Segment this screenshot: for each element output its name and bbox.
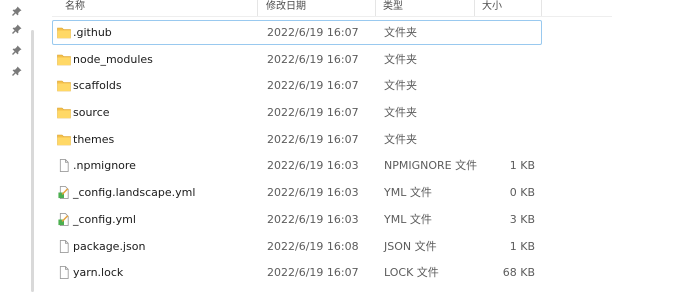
- folder-icon: [57, 54, 71, 65]
- file-list: .github 2022/6/19 16:07 文件夹 node_modules…: [52, 20, 542, 287]
- file-type: 文件夹: [384, 106, 417, 120]
- header-name[interactable]: 名称: [65, 0, 85, 16]
- file-name: _config.yml: [73, 212, 136, 226]
- folder-icon: [57, 27, 71, 39]
- pin-icon[interactable]: [12, 24, 22, 34]
- file-type: YML 文件: [384, 212, 432, 226]
- file-size: 3 KB: [509, 212, 535, 226]
- file-icon: [59, 159, 69, 173]
- pin-icon[interactable]: [12, 66, 22, 76]
- list-item-file-yarn-lock[interactable]: yarn.lock 2022/6/19 16:07 LOCK 文件 68 KB: [52, 260, 542, 285]
- list-item-folder-themes[interactable]: themes 2022/6/19 16:07 文件夹: [52, 127, 542, 152]
- file-size: 68 KB: [502, 266, 535, 280]
- column-header: 名称 修改日期 类型 大小: [52, 0, 612, 17]
- quick-access-strip: [0, 0, 28, 295]
- list-item-file-npmignore[interactable]: .npmignore 2022/6/19 16:03 NPMIGNORE 文件 …: [52, 153, 542, 178]
- file-size: 1 KB: [509, 239, 535, 253]
- column-divider[interactable]: [375, 0, 376, 16]
- file-name: package.json: [73, 239, 146, 253]
- file-name: _config.landscape.yml: [73, 186, 196, 200]
- file-explorer-window: 名称 修改日期 类型 大小 .github 2022/6/19 16:07 文件…: [0, 0, 680, 295]
- list-item-file-config[interactable]: _config.yml 2022/6/19 16:03 YML 文件 3 KB: [52, 207, 542, 232]
- list-item-folder-source[interactable]: source 2022/6/19 16:07 文件夹: [52, 100, 542, 125]
- file-type: 文件夹: [384, 132, 417, 146]
- file-modified: 2022/6/19 16:07: [267, 132, 359, 146]
- file-size: 0 KB: [509, 186, 535, 200]
- nav-scrollbar[interactable]: [31, 30, 34, 292]
- file-modified: 2022/6/19 16:07: [267, 26, 359, 39]
- column-divider[interactable]: [257, 0, 258, 16]
- file-modified: 2022/6/19 16:03: [267, 212, 359, 226]
- list-item-folder-scaffolds[interactable]: scaffolds 2022/6/19 16:07 文件夹: [52, 73, 542, 98]
- yml-file-icon: [58, 212, 69, 226]
- file-type: 文件夹: [384, 79, 417, 93]
- file-icon: [59, 266, 69, 280]
- column-divider[interactable]: [541, 0, 542, 16]
- file-name: source: [73, 106, 110, 120]
- file-modified: 2022/6/19 16:08: [267, 239, 359, 253]
- file-type: 文件夹: [384, 26, 417, 39]
- pin-icon[interactable]: [12, 6, 22, 16]
- column-divider[interactable]: [474, 0, 475, 16]
- file-name: node_modules: [73, 52, 153, 66]
- file-type: LOCK 文件: [384, 266, 439, 280]
- folder-icon: [57, 81, 71, 92]
- file-name: scaffolds: [73, 79, 122, 93]
- file-name: .github: [73, 26, 112, 39]
- folder-icon: [57, 107, 71, 119]
- header-type[interactable]: 类型: [383, 0, 403, 16]
- header-modified[interactable]: 修改日期: [266, 0, 306, 16]
- file-modified: 2022/6/19 16:07: [267, 79, 359, 93]
- file-name: themes: [73, 132, 115, 146]
- file-modified: 2022/6/19 16:07: [267, 266, 359, 280]
- file-name: yarn.lock: [73, 266, 124, 280]
- file-type: 文件夹: [384, 52, 417, 66]
- pin-icon[interactable]: [12, 45, 22, 55]
- list-item-folder-node-modules[interactable]: node_modules 2022/6/19 16:07 文件夹: [52, 47, 542, 72]
- file-size: 1 KB: [509, 159, 535, 173]
- folder-icon: [57, 134, 71, 146]
- file-icon: [59, 239, 69, 253]
- list-item-file-config-landscape[interactable]: _config.landscape.yml 2022/6/19 16:03 YM…: [52, 180, 542, 205]
- list-item-folder-github[interactable]: .github 2022/6/19 16:07 文件夹: [52, 20, 542, 45]
- file-modified: 2022/6/19 16:07: [267, 52, 359, 66]
- file-modified: 2022/6/19 16:03: [267, 186, 359, 200]
- header-size[interactable]: 大小: [482, 0, 502, 16]
- file-modified: 2022/6/19 16:07: [267, 106, 359, 120]
- file-type: YML 文件: [384, 186, 432, 200]
- file-type: JSON 文件: [384, 239, 437, 253]
- yml-file-icon: [58, 186, 69, 200]
- list-item-file-package-json[interactable]: package.json 2022/6/19 16:08 JSON 文件 1 K…: [52, 234, 542, 259]
- file-modified: 2022/6/19 16:03: [267, 159, 359, 173]
- file-type: NPMIGNORE 文件: [384, 159, 478, 173]
- file-name: .npmignore: [73, 159, 136, 173]
